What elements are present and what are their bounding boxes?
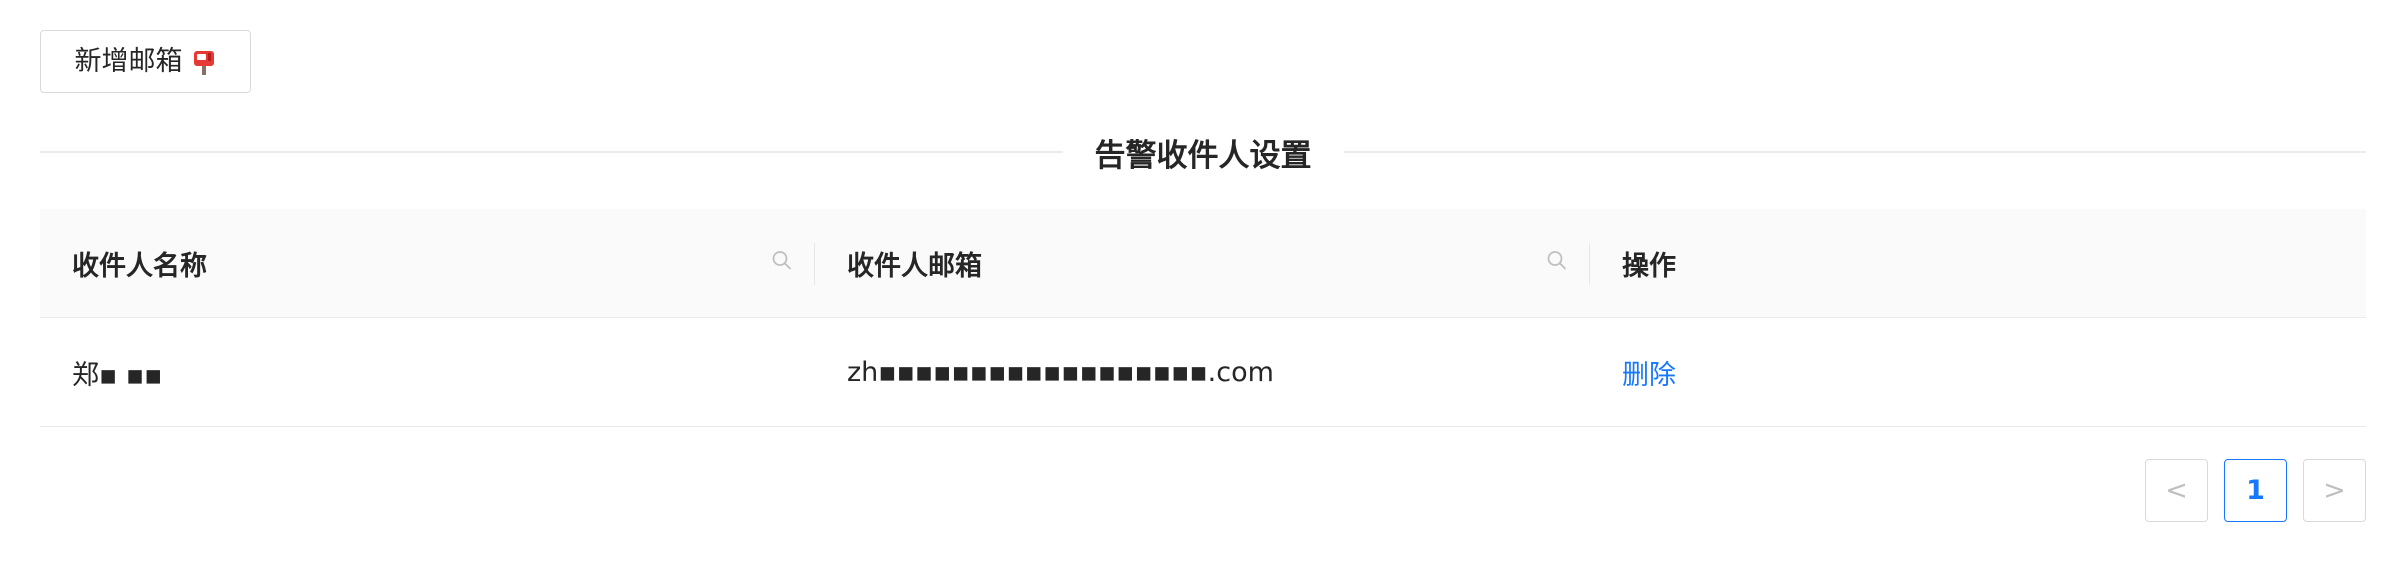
column-header-email-label: 收件人邮箱 (847, 250, 982, 282)
column-header-name: 收件人名称 (40, 209, 815, 317)
column-header-action: 操作 (1590, 209, 2366, 317)
add-mailbox-button[interactable]: 新增邮箱 (40, 30, 251, 93)
search-icon[interactable] (1546, 248, 1568, 279)
table-header: 收件人名称 收件人邮箱 操作 (40, 209, 2366, 318)
prev-page-button[interactable]: < (2145, 459, 2208, 522)
divider-line-left (40, 151, 1063, 153)
chevron-right-icon: > (2323, 475, 2346, 506)
cell-recipient-email: zh▪▪▪▪▪▪▪▪▪▪▪▪▪▪▪▪▪▪.com (847, 356, 1274, 388)
column-header-email: 收件人邮箱 (815, 209, 1590, 317)
column-header-name-label: 收件人名称 (72, 250, 207, 282)
search-icon[interactable] (771, 248, 793, 279)
section-divider: 告警收件人设置 (40, 130, 2366, 174)
delete-link[interactable]: 删除 (1622, 353, 1676, 392)
mailbox-icon (191, 48, 217, 76)
page-1-button[interactable]: 1 (2224, 459, 2287, 522)
section-title: 告警收件人设置 (1094, 137, 1312, 174)
cell-recipient-name: 郑▪ ▪▪ (72, 359, 163, 391)
column-header-action-label: 操作 (1622, 250, 1676, 282)
next-page-button[interactable]: > (2303, 459, 2366, 522)
cell-action: 删除 (1590, 318, 2366, 426)
table-row: 郑▪ ▪▪ zh▪▪▪▪▪▪▪▪▪▪▪▪▪▪▪▪▪▪.com 删除 (40, 318, 2366, 427)
add-mailbox-label: 新增邮箱 (74, 46, 183, 77)
chevron-left-icon: < (2165, 475, 2188, 506)
divider-line-right (1343, 151, 2366, 153)
recipients-table: 收件人名称 收件人邮箱 操作 郑▪ ▪▪ zh▪▪▪▪▪▪▪▪▪▪▪▪▪▪▪▪▪… (40, 209, 2366, 427)
pagination: < 1 > (2145, 459, 2366, 522)
